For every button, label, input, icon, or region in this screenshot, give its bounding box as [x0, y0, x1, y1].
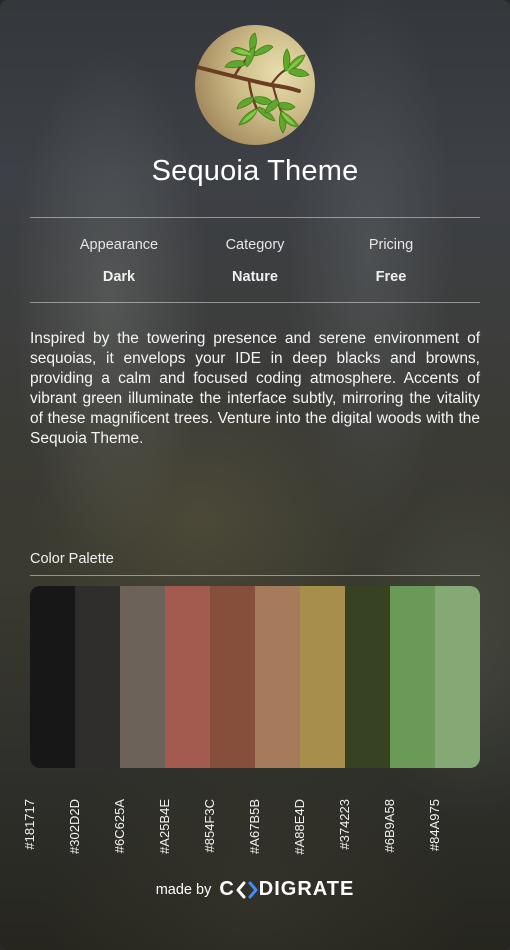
made-by-label: made by	[155, 881, 212, 898]
color-swatch[interactable]	[435, 586, 480, 768]
color-swatch[interactable]	[165, 586, 210, 768]
logo-wordmark: DIGRATE	[258, 878, 355, 900]
meta-label-appearance: Appearance	[79, 237, 159, 253]
color-hex-labels: #181717 #302D2D #6C625A #A25B4E #854F3C #A67B…	[22, 776, 480, 855]
color-hex-label: #A25B4E	[156, 799, 172, 854]
palette-divider	[30, 575, 480, 576]
meta-label-category: Category	[225, 237, 285, 253]
color-swatch[interactable]	[30, 586, 75, 768]
color-swatch[interactable]	[345, 586, 390, 768]
meta-appearance: Appearance Dark	[44, 236, 194, 286]
color-hex-label: #374223	[336, 799, 352, 850]
color-swatch[interactable]	[255, 586, 300, 768]
color-palette	[30, 586, 480, 768]
footer: made by C DIGRATE	[0, 878, 510, 901]
color-hex-label: #6B9A58	[381, 799, 397, 853]
color-hex-cell: #84A975	[427, 776, 480, 851]
meta-value-category: Nature	[232, 269, 278, 285]
theme-description: Inspired by the towering presence and se…	[30, 330, 480, 447]
palette-heading: Color Palette	[30, 551, 114, 567]
color-hex-label: #84A975	[426, 799, 442, 852]
meta-pricing: Pricing Free	[316, 236, 466, 286]
divider-top	[30, 217, 480, 218]
logo-letter-c: C	[219, 878, 235, 900]
meta-label-pricing: Pricing	[368, 237, 414, 253]
meta-value-appearance: Dark	[102, 269, 136, 285]
color-swatch[interactable]	[390, 586, 435, 768]
color-hex-label: #181717	[21, 799, 37, 850]
color-swatch[interactable]	[75, 586, 120, 768]
meta-value-pricing: Free	[375, 269, 407, 285]
color-hex-label: #A67B5B	[246, 799, 262, 854]
color-hex-label: #6C625A	[111, 799, 127, 854]
color-swatch[interactable]	[210, 586, 255, 768]
color-swatch[interactable]	[300, 586, 345, 768]
theme-title: Sequoia Theme	[151, 155, 359, 187]
codigrate-logo-icon	[236, 881, 258, 898]
meta-category: Category Nature	[180, 236, 330, 286]
color-hex-label: #A88E4D	[291, 799, 307, 855]
color-hex-label: #854F3C	[201, 799, 217, 853]
codigrate-logo[interactable]: C DIGRATE	[219, 878, 354, 901]
theme-card: Sequoia Theme Appearance Dark Category N…	[0, 0, 510, 950]
sequoia-branch-icon	[195, 32, 310, 134]
divider-bottom	[30, 302, 480, 303]
theme-image	[195, 25, 315, 145]
color-swatch[interactable]	[120, 586, 165, 768]
color-hex-label: #302D2D	[66, 799, 82, 854]
